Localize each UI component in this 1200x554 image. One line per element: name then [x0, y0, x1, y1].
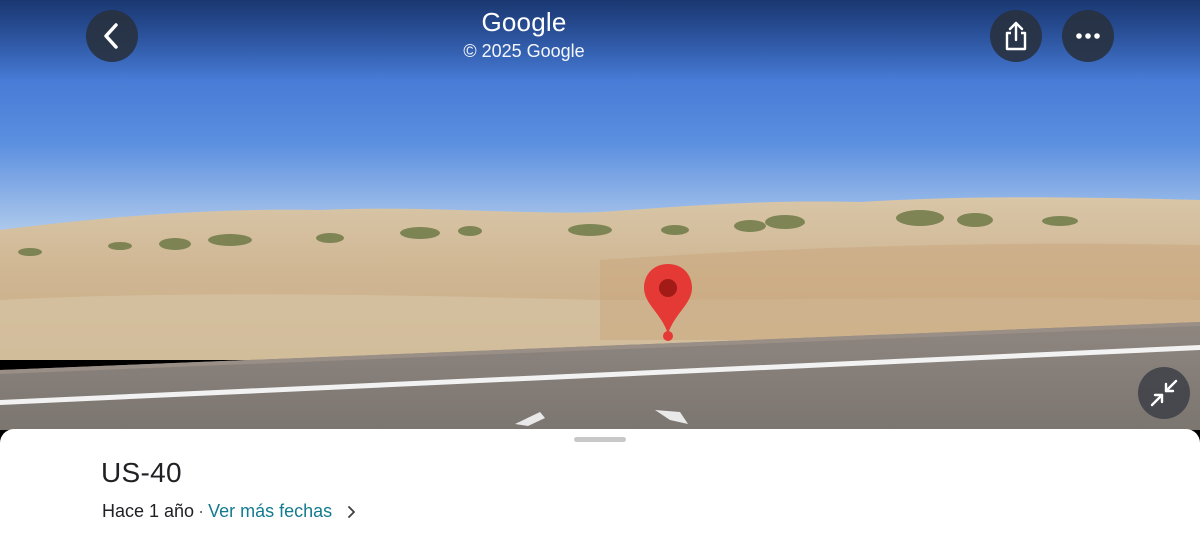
- header: Google © 2025 Google: [0, 6, 1048, 64]
- collapse-view-button[interactable]: [1138, 367, 1190, 419]
- sheet-drag-handle[interactable]: [574, 437, 626, 442]
- place-name: US-40: [101, 457, 182, 488]
- share-button[interactable]: [990, 10, 1042, 62]
- separator: ·: [198, 501, 205, 521]
- page-title: Google: [481, 7, 567, 37]
- chevron-right-icon[interactable]: [346, 505, 356, 519]
- share-icon: [1005, 21, 1027, 51]
- collapse-arrows-icon: [1150, 379, 1178, 407]
- more-dates-link[interactable]: Ver más fechas: [208, 501, 332, 522]
- place-info-sheet[interactable]: US-40 Hace 1 año · Ver más fechas: [0, 429, 1200, 554]
- copyright-text: © 2025 Google: [463, 41, 585, 61]
- more-horizontal-icon: [1076, 33, 1100, 39]
- more-options-button[interactable]: [1062, 10, 1114, 62]
- map-pin-icon[interactable]: [642, 262, 694, 342]
- imagery-date: Hace 1 año: [102, 501, 195, 521]
- imagery-date-row: Hace 1 año · Ver más fechas: [102, 501, 356, 522]
